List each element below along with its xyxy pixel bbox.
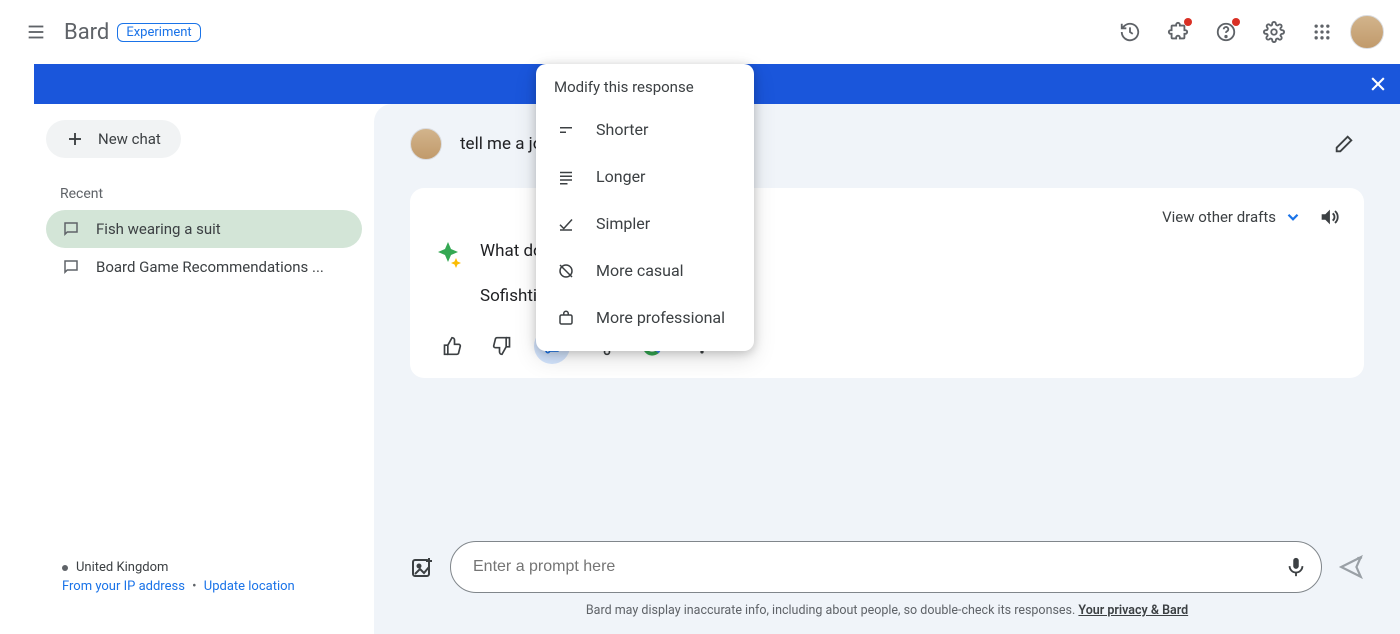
chat-icon xyxy=(62,258,80,276)
recent-item-label: Fish wearing a suit xyxy=(96,220,221,238)
new-chat-label: New chat xyxy=(98,130,161,148)
modify-option-casual[interactable]: More casual xyxy=(536,247,754,294)
thumbs-down-button[interactable] xyxy=(484,328,520,364)
sidebar-footer: United Kingdom From your IP address • Up… xyxy=(46,548,362,618)
recent-heading: Recent xyxy=(60,186,362,202)
modify-option-shorter[interactable]: Shorter xyxy=(536,106,754,153)
simpler-icon xyxy=(556,215,576,233)
casual-icon xyxy=(556,262,576,280)
bullet-icon xyxy=(62,565,68,571)
recent-item-label: Board Game Recommendations ... xyxy=(96,258,324,276)
modify-menu-title: Modify this response xyxy=(536,78,754,106)
history-icon xyxy=(1119,21,1141,43)
professional-icon xyxy=(556,309,576,327)
app-header: Bard Experiment xyxy=(0,0,1400,64)
apps-grid-icon xyxy=(1312,22,1332,42)
prompt-input-wrap[interactable] xyxy=(450,541,1322,593)
chat-icon xyxy=(62,220,80,238)
user-prompt-text: tell me a jo xyxy=(460,134,542,154)
apps-button[interactable] xyxy=(1302,12,1342,52)
modify-option-longer[interactable]: Longer xyxy=(536,153,754,200)
notification-dot xyxy=(1184,18,1192,26)
longer-icon xyxy=(556,168,576,186)
account-avatar[interactable] xyxy=(1350,15,1384,49)
chevron-down-icon xyxy=(1284,208,1302,226)
add-image-button[interactable] xyxy=(410,555,434,579)
brand-name: Bard xyxy=(64,20,109,45)
thumbs-down-icon xyxy=(492,336,512,356)
new-chat-button[interactable]: New chat xyxy=(46,120,181,158)
view-drafts-button[interactable]: View other drafts xyxy=(1162,208,1302,226)
read-aloud-button[interactable] xyxy=(1318,206,1340,228)
notification-dot xyxy=(1232,18,1240,26)
ip-link[interactable]: From your IP address xyxy=(62,579,185,594)
edit-prompt-button[interactable] xyxy=(1324,124,1364,164)
bard-sparkle-icon xyxy=(434,240,462,268)
brand: Bard Experiment xyxy=(64,20,201,45)
shorter-icon xyxy=(556,121,576,139)
privacy-link[interactable]: Your privacy & Bard xyxy=(1078,603,1188,618)
close-icon xyxy=(1368,74,1388,94)
modify-option-professional[interactable]: More professional xyxy=(536,294,754,341)
speaker-icon xyxy=(1318,206,1340,228)
image-add-icon xyxy=(410,555,434,579)
prompt-input[interactable] xyxy=(473,558,1285,576)
experiment-badge: Experiment xyxy=(117,23,200,42)
recent-item[interactable]: Fish wearing a suit xyxy=(46,210,362,248)
banner-close-button[interactable] xyxy=(1368,74,1388,94)
pencil-icon xyxy=(1333,133,1355,155)
thumbs-up-icon xyxy=(442,336,462,356)
plus-icon xyxy=(66,130,84,148)
user-avatar xyxy=(410,128,442,160)
gear-icon xyxy=(1263,21,1285,43)
disclaimer: Bard may display inaccurate info, includ… xyxy=(410,603,1364,618)
modify-option-simpler[interactable]: Simpler xyxy=(536,200,754,247)
sidebar: New chat Recent Fish wearing a suit Boar… xyxy=(34,104,374,634)
modify-option-label: More professional xyxy=(596,308,725,327)
disclaimer-text: Bard may display inaccurate info, includ… xyxy=(586,603,1079,618)
mic-icon xyxy=(1285,556,1307,578)
modify-response-menu: Modify this response Shorter Longer Simp… xyxy=(536,64,754,351)
settings-button[interactable] xyxy=(1254,12,1294,52)
help-button[interactable] xyxy=(1206,12,1246,52)
composer xyxy=(410,541,1364,593)
main-panel: tell me a jo View other drafts xyxy=(374,104,1400,634)
send-icon xyxy=(1338,554,1364,580)
view-drafts-label: View other drafts xyxy=(1162,208,1276,226)
hamburger-menu-button[interactable] xyxy=(16,12,56,52)
modify-option-label: More casual xyxy=(596,261,684,280)
update-location-link[interactable]: Update location xyxy=(204,579,295,594)
hamburger-icon xyxy=(25,21,47,43)
modify-option-label: Shorter xyxy=(596,120,648,139)
mic-button[interactable] xyxy=(1285,556,1307,578)
activity-button[interactable] xyxy=(1110,12,1150,52)
modify-option-label: Simpler xyxy=(596,214,650,233)
location-label: United Kingdom xyxy=(76,560,168,575)
extensions-button[interactable] xyxy=(1158,12,1198,52)
modify-option-label: Longer xyxy=(596,167,645,186)
thumbs-up-button[interactable] xyxy=(434,328,470,364)
header-actions xyxy=(1110,12,1384,52)
send-button[interactable] xyxy=(1338,554,1364,580)
recent-item[interactable]: Board Game Recommendations ... xyxy=(46,248,362,286)
